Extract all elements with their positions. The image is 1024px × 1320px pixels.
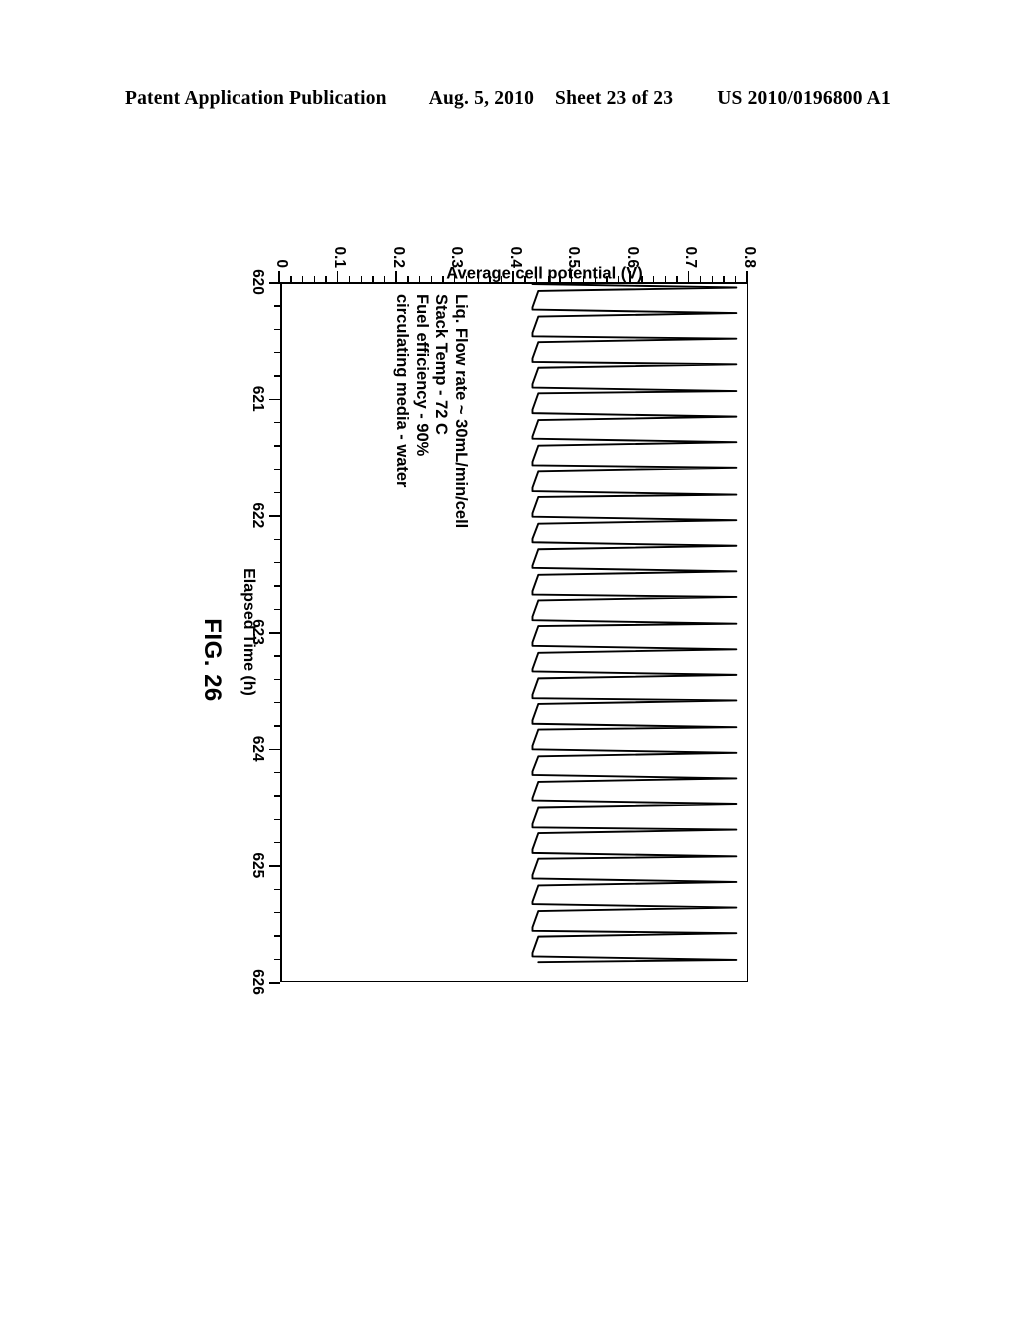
x-tick-minor bbox=[274, 655, 280, 657]
x-tick-minor bbox=[274, 702, 280, 704]
x-tick-minor bbox=[274, 958, 280, 961]
y-tick-minor bbox=[360, 276, 362, 282]
figure-rotated-canvas: 620 621 622 623 624 625 626 0 0.1 0.2 0.3 0.4 0.5 0.… bbox=[199, 210, 822, 1110]
annotation-line: circulating media - water bbox=[393, 294, 412, 488]
x-tick-minor bbox=[274, 678, 280, 681]
x-tick-minor bbox=[274, 445, 280, 447]
y-tick-label: 0.2 bbox=[390, 246, 407, 268]
y-tick-label: 0.6 bbox=[624, 246, 641, 268]
x-tick-minor bbox=[274, 585, 280, 587]
plot-area bbox=[280, 282, 748, 982]
x-tick-minor bbox=[274, 818, 280, 821]
x-tick-major bbox=[269, 748, 280, 751]
figure-area: 620 621 622 623 624 625 626 0 0.1 0.2 0.3 0.4 0.5 0.… bbox=[0, 0, 1024, 1320]
y-tick-label: 0.7 bbox=[682, 246, 700, 268]
x-tick-minor bbox=[274, 538, 280, 541]
annotation-line: Fuel efficiency - 90% bbox=[413, 294, 431, 457]
x-tick-minor bbox=[274, 795, 280, 797]
x-tick-major bbox=[269, 515, 280, 517]
y-tick-major bbox=[746, 271, 748, 282]
y-tick-minor bbox=[302, 276, 304, 282]
x-tick-major bbox=[269, 632, 280, 634]
x-tick-minor bbox=[274, 492, 280, 494]
annotation-line: Stack Temp - 72 C bbox=[432, 294, 451, 435]
y-tick-label: 0 bbox=[273, 259, 290, 268]
x-tick-major bbox=[269, 865, 280, 867]
y-tick-label: 0.8 bbox=[741, 246, 758, 268]
y-tick-label: 0.1 bbox=[331, 246, 349, 268]
x-tick-minor bbox=[274, 608, 280, 611]
chart-annotations: Liq. Flow rate ~ 30mL/min/cell Stack Temp… bbox=[392, 294, 471, 529]
y-tick-minor bbox=[313, 276, 316, 282]
x-tick-major bbox=[269, 398, 280, 401]
x-tick-minor bbox=[274, 888, 280, 891]
x-tick-minor bbox=[274, 422, 280, 424]
y-tick-minor bbox=[348, 276, 351, 282]
x-tick-minor bbox=[274, 912, 280, 914]
x-tick-minor bbox=[274, 305, 280, 307]
x-tick-minor bbox=[274, 375, 280, 377]
x-tick-minor bbox=[274, 935, 280, 937]
x-tick-minor bbox=[274, 772, 280, 774]
y-tick-label: 0.3 bbox=[448, 246, 466, 268]
y-tick-label: 0.4 bbox=[507, 246, 524, 268]
x-tick-minor bbox=[274, 468, 280, 471]
figure-caption: FIG. 26 bbox=[199, 618, 226, 702]
x-tick-major bbox=[269, 282, 280, 284]
x-tick-minor bbox=[274, 725, 280, 727]
x-tick-minor bbox=[274, 352, 280, 354]
x-tick-major bbox=[269, 982, 280, 984]
y-axis-title: Average cell potential (V) bbox=[446, 264, 643, 283]
y-tick-minor bbox=[734, 276, 737, 282]
y-tick-label: 0.5 bbox=[565, 246, 583, 268]
data-trace bbox=[282, 284, 748, 982]
x-tick-minor bbox=[274, 842, 280, 844]
y-tick-minor bbox=[290, 276, 292, 282]
x-tick-minor bbox=[274, 328, 280, 331]
x-axis-title: Elapsed Time (h) bbox=[240, 568, 257, 696]
y-tick-major bbox=[278, 271, 280, 282]
x-tick-minor bbox=[274, 562, 280, 564]
annotation-line: Liq. Flow rate ~ 30mL/min/cell bbox=[452, 294, 470, 529]
y-tick-major bbox=[336, 271, 339, 282]
y-tick-minor bbox=[325, 276, 327, 282]
